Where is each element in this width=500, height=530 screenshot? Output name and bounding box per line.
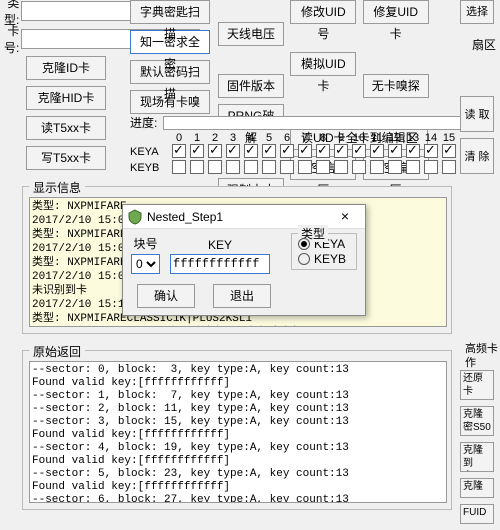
antenna-voltage-button[interactable]: 天线电压 xyxy=(218,22,284,46)
firmware-ver-button[interactable]: 固件版本 xyxy=(218,74,284,98)
key-checkbox[interactable] xyxy=(172,160,186,174)
dialog-close-button[interactable]: × xyxy=(329,207,361,227)
key-checkbox[interactable] xyxy=(244,144,258,158)
key-checkbox[interactable] xyxy=(334,160,348,174)
default-pwd-scan-button[interactable]: 默认密码扫描 xyxy=(130,60,210,84)
nested-attack-button[interactable]: 知一密求全密 xyxy=(130,30,210,54)
clone-button[interactable]: 克隆 xyxy=(460,478,494,498)
nocard-sniff-button[interactable]: 无卡嗅探 xyxy=(363,74,429,98)
key-checkbox[interactable] xyxy=(442,144,456,158)
key-checkbox[interactable] xyxy=(370,160,384,174)
key-checkbox[interactable] xyxy=(280,144,294,158)
key-checkbox[interactable] xyxy=(424,160,438,174)
key-checkbox[interactable] xyxy=(370,144,384,158)
key-checkbox[interactable] xyxy=(208,160,222,174)
key-checkbox[interactable] xyxy=(352,144,366,158)
dialog-title: Nested_Step1 xyxy=(147,210,329,224)
card-label: 卡号: xyxy=(4,22,21,56)
key-checkbox[interactable] xyxy=(388,144,402,158)
dialog-icon xyxy=(127,209,143,225)
key-checkbox[interactable] xyxy=(334,144,348,158)
keyb-row-label: KEYB xyxy=(130,162,170,174)
clear-button[interactable]: 清 除 xyxy=(460,138,494,174)
read-button[interactable]: 读 取 xyxy=(460,96,494,132)
clone-hid-button[interactable]: 克隆HID卡 xyxy=(26,86,106,110)
dialog-ok-button[interactable]: 确认 xyxy=(137,284,195,308)
key-checkbox[interactable] xyxy=(424,144,438,158)
fan-label: 扇区 xyxy=(472,36,496,53)
clone-s50-button[interactable]: 克隆密S50 xyxy=(460,406,494,436)
raw-return-group: 原始返回 --sector: 0, block: 3, key type:A, … xyxy=(22,350,452,510)
restore-card-button[interactable]: 还原卡S50- xyxy=(460,370,494,400)
select-button[interactable]: 选择 xyxy=(460,0,494,24)
read-t5xx-button[interactable]: 读T5xx卡 xyxy=(26,116,106,140)
repair-uid-button[interactable]: 修复UID卡 xyxy=(363,0,429,24)
key-checkbox[interactable] xyxy=(244,160,258,174)
key-checkbox[interactable] xyxy=(298,144,312,158)
keytype-group: 类型 KEYA KEYB xyxy=(291,233,357,270)
key-checkbox[interactable] xyxy=(262,144,276,158)
clone-id-button[interactable]: 克隆ID卡 xyxy=(26,56,106,80)
key-checkbox[interactable] xyxy=(316,144,330,158)
keya-row-label: KEYA xyxy=(130,146,170,158)
emulate-uid-button[interactable]: 模拟UID卡 xyxy=(290,52,356,76)
key-checkbox[interactable] xyxy=(208,144,222,158)
key-checkbox[interactable] xyxy=(406,144,420,158)
key-checkbox[interactable] xyxy=(226,160,240,174)
key-checkbox[interactable] xyxy=(442,160,456,174)
key-checkbox[interactable] xyxy=(352,160,366,174)
clone-white-s50-button[interactable]: 克隆到白S50 xyxy=(460,442,494,472)
dialog-exit-button[interactable]: 退出 xyxy=(213,284,271,308)
key-checkbox[interactable] xyxy=(316,160,330,174)
nested-step1-dialog: Nested_Step1 × 块号 0 KEY 类型 KEYA KEYB 确认 … xyxy=(122,204,366,316)
key-checkbox[interactable] xyxy=(388,160,402,174)
block-label: 块号 xyxy=(133,235,157,252)
keyb-radio[interactable]: KEYB xyxy=(298,252,350,266)
modify-uid-button[interactable]: 修改UID号 xyxy=(290,0,356,24)
key-checkbox[interactable] xyxy=(406,160,420,174)
display-info-title: 显示信息 xyxy=(29,179,85,196)
key-label: KEY xyxy=(208,238,232,252)
key-checkbox[interactable] xyxy=(262,160,276,174)
raw-return-title: 原始返回 xyxy=(29,343,85,360)
fuid-button[interactable]: FUID xyxy=(460,504,494,524)
key-checkbox[interactable] xyxy=(190,160,204,174)
key-checkbox[interactable] xyxy=(172,144,186,158)
block-select[interactable]: 0 xyxy=(131,254,160,274)
dict-key-scan-button[interactable]: 字典密匙扫描 xyxy=(130,0,210,24)
progress-label: 进度: xyxy=(130,114,157,131)
key-checkbox[interactable] xyxy=(190,144,204,158)
hf-label2: 作 xyxy=(465,354,476,370)
key-checkbox[interactable] xyxy=(298,160,312,174)
write-t5xx-button[interactable]: 写T5xx卡 xyxy=(26,146,106,170)
progress-bar xyxy=(163,116,473,130)
sniff-card-button[interactable]: 现场有卡嗅探 xyxy=(130,90,210,114)
key-input[interactable] xyxy=(170,254,270,274)
key-checkbox[interactable] xyxy=(226,144,240,158)
key-checkbox[interactable] xyxy=(280,160,294,174)
raw-return-log[interactable]: --sector: 0, block: 3, key type:A, key c… xyxy=(29,361,447,503)
key-grid: 0123456789101112131415 KEYA KEYB xyxy=(130,132,458,176)
